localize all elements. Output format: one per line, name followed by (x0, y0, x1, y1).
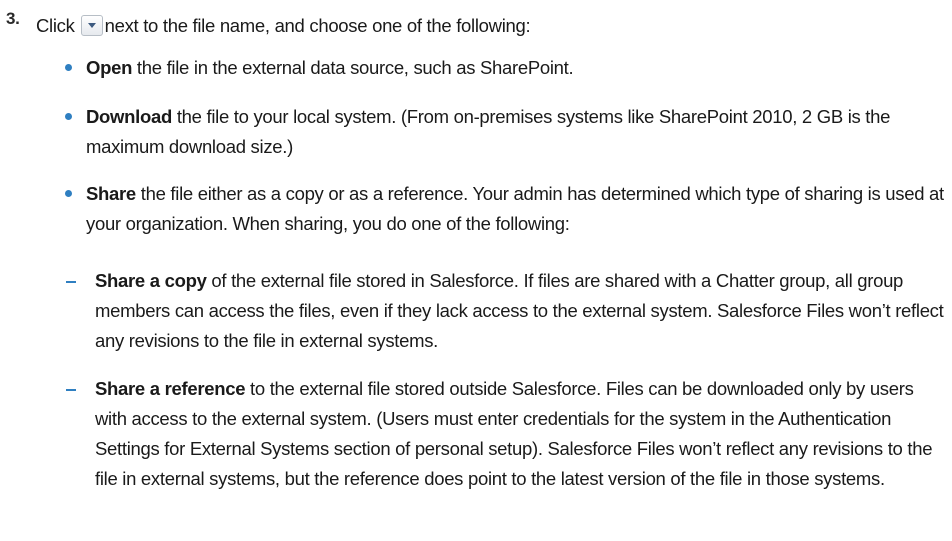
option-download: Download the file to your local system. … (86, 102, 952, 162)
step-instruction: Click next to the file name, and choose o… (36, 11, 531, 41)
option-share: Share the file either as a copy or as a … (86, 179, 952, 239)
option-term: Share (86, 183, 136, 204)
bullet-icon (65, 190, 72, 197)
bullet-icon (65, 113, 72, 120)
option-term: Download (86, 106, 172, 127)
dropdown-arrow-icon (80, 15, 103, 36)
option-description: the file in the external data source, su… (132, 57, 574, 78)
share-option-term: Share a reference (95, 378, 246, 399)
option-description: the file to your local system. (From on-… (86, 106, 891, 157)
bullet-icon (65, 64, 72, 71)
share-option-term: Share a copy (95, 270, 207, 291)
option-description: the file either as a copy or as a refere… (86, 183, 944, 234)
option-open: Open the file in the external data sourc… (86, 53, 952, 83)
option-term: Open (86, 57, 133, 78)
step-number: 3. (6, 9, 20, 28)
dash-icon (66, 281, 76, 283)
dash-icon (66, 389, 76, 391)
step-text-before: Click (36, 15, 75, 36)
step-text-after: next to the file name, and choose one of… (104, 15, 531, 36)
share-option-copy: Share a copy of the external file stored… (95, 266, 950, 356)
share-option-description: of the external file stored in Salesforc… (95, 270, 944, 351)
document-page: 3. Click next to the file name, and choos… (0, 0, 952, 541)
share-option-reference: Share a reference to the external file s… (95, 374, 950, 494)
